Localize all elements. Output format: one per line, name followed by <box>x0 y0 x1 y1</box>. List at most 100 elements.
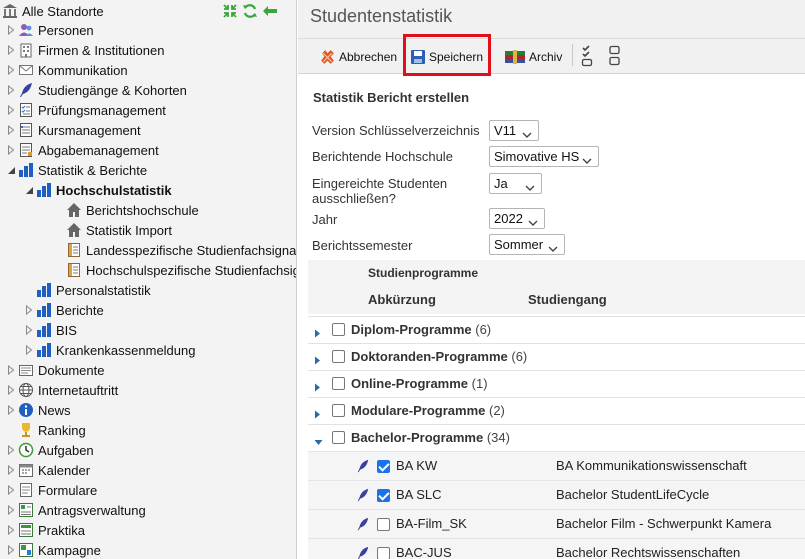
expand-arrow-icon[interactable] <box>6 460 16 480</box>
program-group-row[interactable]: Doktoranden-Programme (6) <box>308 343 805 370</box>
column-header-course[interactable]: Studiengang <box>528 292 607 307</box>
expand-arrow-icon[interactable] <box>24 320 34 340</box>
tree-item[interactable]: Berichte <box>24 300 104 320</box>
program-checkbox[interactable] <box>377 489 390 502</box>
expand-arrow-icon[interactable] <box>314 353 321 368</box>
expand-arrow-icon[interactable] <box>6 140 16 160</box>
tree-item[interactable]: Aufgaben <box>6 440 94 460</box>
group-checkbox[interactable] <box>332 350 345 363</box>
group-checkbox[interactable] <box>332 404 345 417</box>
expand-arrow-icon[interactable] <box>6 400 16 420</box>
tree-item-label: Dokumente <box>38 362 105 378</box>
expand-arrow-icon[interactable] <box>6 100 16 120</box>
refresh-icon[interactable] <box>242 3 258 22</box>
expand-arrow-icon[interactable] <box>6 520 16 540</box>
expand-arrow-icon[interactable] <box>6 540 16 559</box>
group-label: Doktoranden-Programme <box>351 349 508 364</box>
uncheck-list-button[interactable] <box>608 45 625 67</box>
group-checkbox[interactable] <box>332 431 345 444</box>
tree-item[interactable]: Studiengänge & Kohorten <box>6 80 187 100</box>
cancel-button[interactable]: Abbrechen <box>319 46 397 68</box>
archive-button[interactable]: Archiv <box>504 46 562 68</box>
tree-root[interactable]: Alle Standorte <box>2 1 104 21</box>
tree-item[interactable]: Personalstatistik <box>24 280 151 300</box>
collapse-arrow-icon[interactable] <box>24 180 34 200</box>
program-row[interactable]: BA-Film_SK Bachelor Film - Schwerpunkt Ka… <box>308 509 805 538</box>
chevron-down-icon <box>582 153 592 168</box>
program-group-row[interactable]: Diplom-Programme (6) <box>308 316 805 343</box>
form-select[interactable]: Simovative HS <box>489 146 599 167</box>
back-arrow-icon[interactable] <box>262 3 278 22</box>
program-row[interactable]: BA KW BA Kommunikationswissenschaft <box>308 451 805 480</box>
tree-item[interactable]: Statistik Import <box>54 220 172 240</box>
form-select[interactable]: Sommer <box>489 234 565 255</box>
column-header-abbreviation[interactable]: Abkürzung <box>368 292 436 307</box>
expand-arrow-icon[interactable] <box>24 340 34 360</box>
tree-item[interactable]: Kampagne <box>6 540 101 559</box>
chevron-down-icon <box>522 127 532 142</box>
main-panel: Studentenstatistik Abbrechen Speichern A… <box>298 0 805 559</box>
form-select[interactable]: Ja <box>489 173 542 194</box>
tree-item[interactable]: News <box>6 400 71 420</box>
program-row[interactable]: BAC-JUS Bachelor Rechtswissenschaften <box>308 538 805 559</box>
checklist-button[interactable] <box>581 45 598 67</box>
expand-arrow-icon[interactable] <box>6 20 16 40</box>
expand-arrow-icon[interactable] <box>6 60 16 80</box>
program-group-row[interactable]: Modulare-Programme (2) <box>308 397 805 424</box>
tree-item[interactable]: Formulare <box>6 480 97 500</box>
program-checkbox[interactable] <box>377 460 390 473</box>
program-group-row[interactable]: Online-Programme (1) <box>308 370 805 397</box>
expand-arrow-icon[interactable] <box>6 360 16 380</box>
expand-arrow-icon[interactable] <box>6 40 16 60</box>
tree-item[interactable]: Kalender <box>6 460 90 480</box>
expand-arrow-icon[interactable] <box>314 326 321 341</box>
tree-item[interactable]: Berichtshochschule <box>54 200 199 220</box>
tree-item-label: Statistik Import <box>86 222 172 238</box>
expand-arrow-icon[interactable] <box>24 300 34 320</box>
tree-item[interactable]: Landesspezifische Studienfachsignatu <box>54 240 296 260</box>
collapse-arrow-icon[interactable] <box>6 160 16 180</box>
tree-item-label: BIS <box>56 322 77 338</box>
expand-arrow-icon[interactable] <box>314 380 321 395</box>
program-checkbox[interactable] <box>377 547 390 559</box>
expand-arrow-icon[interactable] <box>6 120 16 140</box>
expand-arrow-icon[interactable] <box>6 500 16 520</box>
tree-item[interactable]: Dokumente <box>6 360 104 380</box>
tree-item[interactable]: Antragsverwaltung <box>6 500 146 520</box>
tree-item[interactable]: Internetauftritt <box>6 380 118 400</box>
expand-arrow-icon[interactable] <box>6 480 16 500</box>
tree-item[interactable]: Ranking <box>6 420 86 440</box>
archive-icon <box>505 50 525 64</box>
expand-arrow-icon[interactable] <box>6 380 16 400</box>
expand-arrow-icon[interactable] <box>6 440 16 460</box>
program-group-row[interactable]: Bachelor-Programme (34) <box>308 424 805 451</box>
tree-item[interactable]: Hochschulstatistik <box>24 180 172 200</box>
tree-item[interactable]: Abgabemanagement <box>6 140 159 160</box>
tree-item[interactable]: Praktika <box>6 520 85 540</box>
tree-item[interactable]: Kommunikation <box>6 60 128 80</box>
save-highlight-frame <box>403 34 491 76</box>
collapse-arrow-icon[interactable] <box>314 434 323 449</box>
tree-item[interactable]: Hochschulspezifische Studienfachsign <box>54 260 296 280</box>
tree-item[interactable]: Firmen & Institutionen <box>6 40 164 60</box>
tree-item[interactable]: Kursmanagement <box>6 120 141 140</box>
tree-item-label: Kommunikation <box>38 62 128 78</box>
expand-arrow-icon[interactable] <box>6 80 16 100</box>
tree-item[interactable]: Prüfungsmanagement <box>6 100 166 120</box>
group-checkbox[interactable] <box>332 377 345 390</box>
tree-item[interactable]: Krankenkassenmeldung <box>24 340 195 360</box>
program-row[interactable]: BA SLC Bachelor StudentLifeCycle <box>308 480 805 509</box>
form-select[interactable]: 2022 <box>489 208 545 229</box>
form-select[interactable]: V11 <box>489 120 539 141</box>
tree-item[interactable]: BIS <box>24 320 77 340</box>
tree-item[interactable]: Statistik & Berichte <box>6 160 147 180</box>
collapse-all-icon[interactable] <box>222 3 238 22</box>
group-checkbox[interactable] <box>332 323 345 336</box>
expand-arrow-icon[interactable] <box>314 407 321 422</box>
bar-chart-icon <box>36 322 52 338</box>
envelope-icon <box>18 62 34 78</box>
program-checkbox[interactable] <box>377 518 390 531</box>
group-count: (6) <box>507 349 528 364</box>
tree-item[interactable]: Personen <box>6 20 94 40</box>
